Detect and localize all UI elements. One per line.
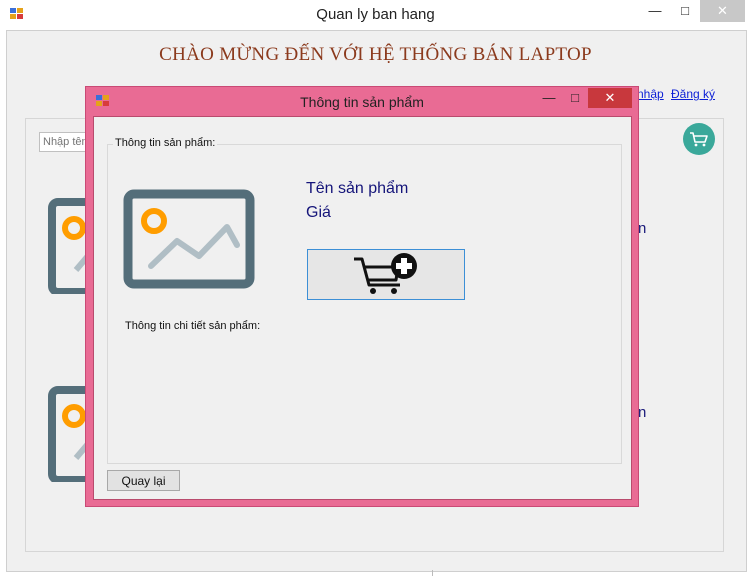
background-product-name: n xyxy=(638,220,647,237)
welcome-heading: CHÀO MỪNG ĐẾN VỚI HỆ THỐNG BÁN LAPTOP xyxy=(159,44,592,65)
image-placeholder-icon xyxy=(123,189,255,289)
main-minimize-button[interactable]: — xyxy=(640,0,670,22)
product-info-group-label: Thông tin sản phẩm: xyxy=(113,137,218,149)
main-window-title: Quan ly ban hang xyxy=(316,6,435,23)
main-maximize-button[interactable]: □ xyxy=(670,0,700,22)
register-link[interactable]: Đăng ký xyxy=(671,87,715,101)
cart-plus-icon xyxy=(354,253,417,294)
main-close-button[interactable]: ✕ xyxy=(700,0,745,22)
background-product-name: n xyxy=(638,404,647,421)
dialog-minimize-button[interactable]: — xyxy=(536,88,562,108)
status-divider xyxy=(432,570,433,576)
login-link[interactable]: nhập xyxy=(637,87,664,101)
product-name: Tên sản phẩm xyxy=(306,180,409,197)
cart-button[interactable] xyxy=(683,123,715,155)
product-detail-label: Thông tin chi tiết sản phẩm: xyxy=(125,320,261,332)
main-titlebar[interactable]: Quan ly ban hang — □ ✕ xyxy=(0,0,751,30)
product-price: Giá xyxy=(306,204,331,221)
dialog-close-button[interactable]: ✕ xyxy=(588,88,632,108)
dialog-client-area: Thông tin sản phẩm: Tên sản phẩm Giá Thô… xyxy=(93,116,632,500)
product-info-dialog: Thông tin sản phẩm — □ ✕ Thông tin sản p… xyxy=(85,86,639,507)
cart-icon xyxy=(690,132,708,147)
dialog-maximize-button[interactable]: □ xyxy=(562,88,588,108)
back-button[interactable]: Quay lại xyxy=(107,470,180,491)
add-to-cart-button[interactable] xyxy=(307,249,465,300)
